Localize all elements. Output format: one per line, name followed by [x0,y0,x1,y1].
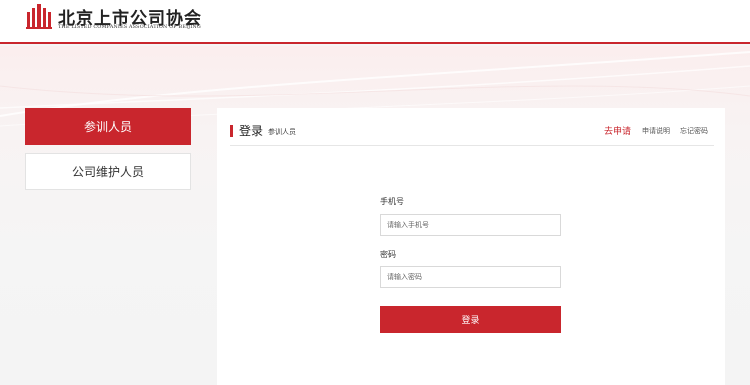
sidebar-item-trainee[interactable]: 参训人员 [25,108,191,145]
phone-input[interactable] [380,214,561,236]
logo-mark-icon [26,4,52,29]
sidebar-item-label: 参训人员 [83,120,132,134]
password-input[interactable] [380,266,561,288]
forgot-password-link[interactable]: 忘记密码 [680,126,708,136]
title-accent-bar [230,125,233,137]
phone-label: 手机号 [380,197,404,206]
apply-explanation-link[interactable]: 申请说明 [642,126,670,136]
site-header: 北京上市公司协会 THE LISTED COMPANIES ASSOCIATIO… [0,0,750,44]
sidebar-item-label: 公司维护人员 [71,165,144,179]
login-button[interactable]: 登录 [380,306,561,333]
password-label: 密码 [380,250,396,259]
sidebar-item-company-maintainer[interactable]: 公司维护人员 [25,153,191,190]
card-subtitle: 参训人员 [268,128,296,136]
logo-name-en: THE LISTED COMPANIES ASSOCIATION OF BEIJ… [58,24,201,30]
site-logo[interactable]: 北京上市公司协会 THE LISTED COMPANIES ASSOCIATIO… [26,4,246,36]
card-header: 登录 参训人员 去申请 申请说明 忘记密码 [230,122,714,146]
apply-link[interactable]: 去申请 [604,124,631,137]
login-card: 登录 参训人员 去申请 申请说明 忘记密码 手机号 密码 登录 [217,108,725,385]
card-title: 登录 [239,124,264,138]
